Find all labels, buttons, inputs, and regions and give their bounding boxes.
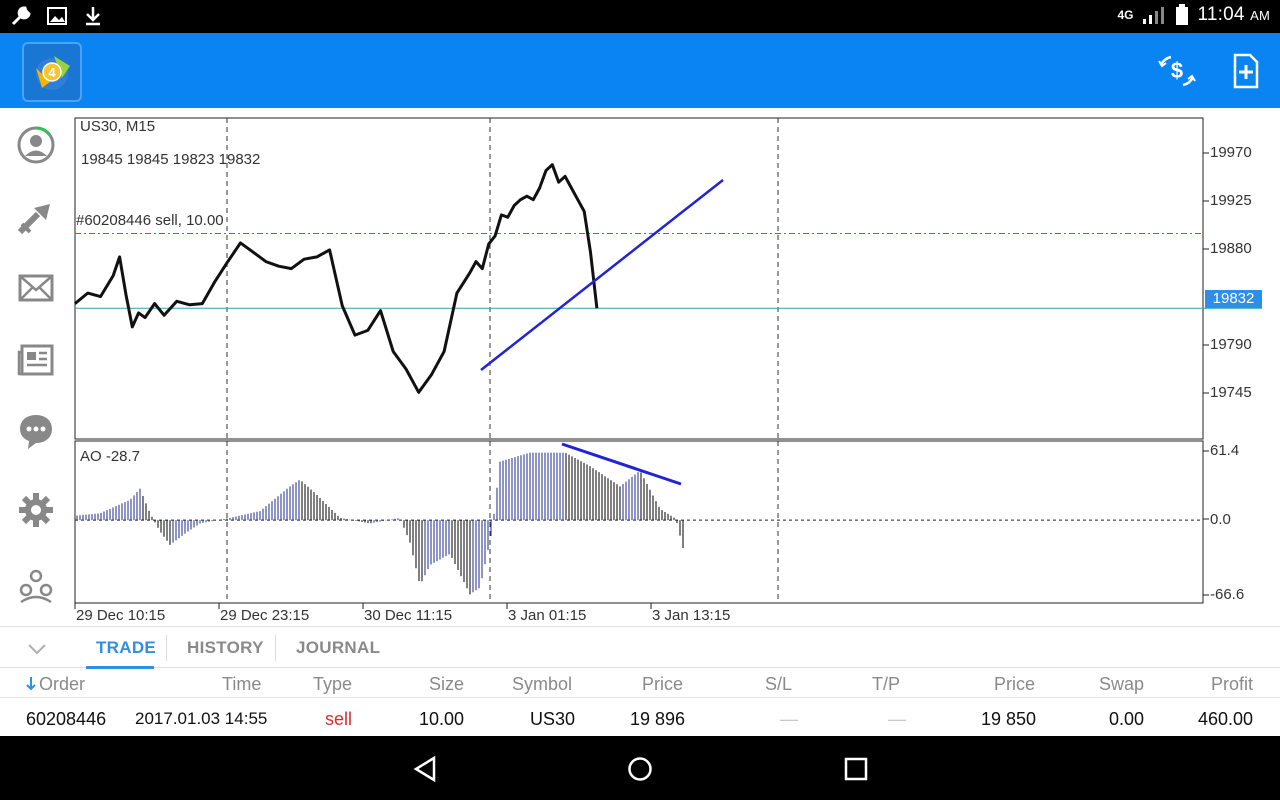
x-tick: 3 Jan 13:15 [652,607,731,624]
system-nav-bar [0,736,1280,800]
network-type: 4G [1117,8,1134,22]
cell-type: sell [325,709,353,729]
signal-icon [1143,7,1165,24]
tab-journal[interactable]: JOURNAL [296,638,380,658]
y-tick: 19790 [1210,336,1252,353]
column-symbol[interactable]: Symbol [512,674,572,695]
ao-tick: 61.4 [1210,442,1240,459]
current-price-tag: 19832 [1205,290,1262,308]
x-tick: 29 Dec 23:15 [220,607,310,624]
y-tick: 19745 [1210,384,1252,401]
price-chart[interactable] [0,108,1280,628]
cell-price: 19 896 [630,709,686,729]
chart-symbol-label: US30, M15 [80,118,156,135]
indicator-label: AO -28.7 [80,448,141,465]
download-icon [86,7,100,26]
column-size[interactable]: Size [429,674,464,695]
ao-trend-line [561,442,682,486]
column-time[interactable]: Time [222,674,261,695]
status-bar: 4G 11:04 AM [0,0,1280,33]
tab-divider [166,635,167,661]
clock: 11:04 AM [1197,4,1270,25]
svg-text:$: $ [1171,58,1183,83]
home-icon[interactable] [625,754,655,784]
trend-line [480,179,724,371]
order-line-label: #60208446 sell, 10.00 [76,212,224,229]
battery-icon [1176,4,1189,25]
y-tick: 19970 [1210,144,1252,161]
ao-plot-frame [74,440,1204,604]
x-tick: 29 Dec 10:15 [76,607,166,624]
cell-swap: 0.00 [1109,709,1145,729]
sort-arrow-icon[interactable] [25,676,37,692]
wrench-icon [11,6,31,26]
table-row[interactable]: 60208446 2017.01.03 14:55 sell 10.00 US3… [0,699,1280,736]
new-order-icon[interactable] [1226,51,1266,91]
column-tp[interactable]: T/P [872,674,900,695]
ohlc-label: 19845 19845 19823 19832 [81,151,261,168]
y-tick: 19880 [1210,240,1252,257]
tab-history[interactable]: HISTORY [187,638,264,658]
column-order[interactable]: Order [39,674,85,695]
bottom-tabs: TRADE HISTORY JOURNAL [0,626,1280,669]
cell-symbol: US30 [530,709,576,729]
chevron-down-icon[interactable] [26,640,48,658]
tab-trade[interactable]: TRADE [96,638,156,658]
column-current-price[interactable]: Price [994,674,1035,695]
chart-area[interactable]: US30, M15 19845 19845 19823 19832 #60208… [0,108,1280,628]
trade-table-header: Order Time Type Size Symbol Price S/L T/… [0,668,1280,698]
column-swap[interactable]: Swap [1099,674,1144,695]
x-tick: 3 Jan 01:15 [508,607,587,624]
column-sl[interactable]: S/L [765,674,792,695]
column-profit[interactable]: Profit [1211,674,1253,695]
svg-text:4: 4 [48,65,56,80]
ao-tick: -66.6 [1210,586,1245,603]
ao-tick: 0.0 [1210,511,1231,528]
cell-tp: — [888,709,906,729]
metatrader-logo[interactable]: 4 [22,42,82,102]
cell-order: 60208446 [26,709,107,729]
app-bar: 4 $ [0,33,1280,108]
image-icon [47,7,67,25]
cell-size: 10.00 [419,709,465,729]
currency-exchange-icon[interactable]: $ [1157,51,1197,91]
tab-divider [275,635,276,661]
recents-icon[interactable] [841,754,871,784]
back-icon[interactable] [410,754,440,784]
cell-current-price: 19 850 [981,709,1037,729]
price-series-line [74,163,599,394]
cell-sl: — [780,709,798,729]
column-price[interactable]: Price [642,674,683,695]
column-type[interactable]: Type [313,674,352,695]
x-tick: 30 Dec 11:15 [364,607,453,624]
cell-profit: 460.00 [1198,709,1254,729]
y-tick: 19925 [1210,192,1252,209]
cell-time: 2017.01.03 14:55 [135,709,268,728]
